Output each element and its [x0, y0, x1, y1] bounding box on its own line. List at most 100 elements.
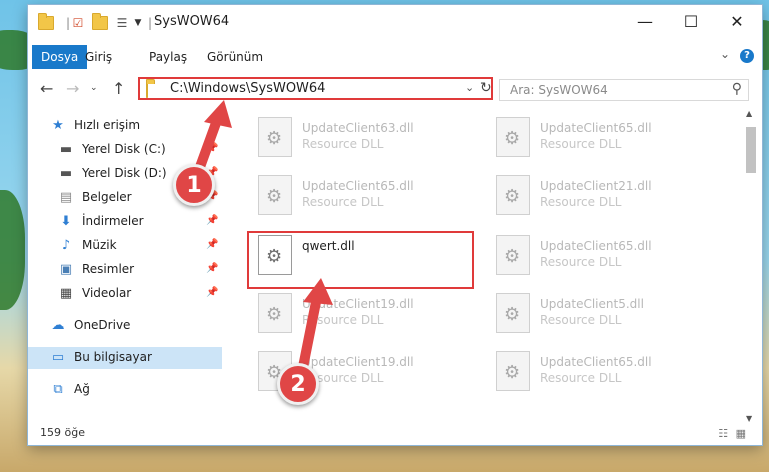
pin-icon[interactable]: 📌 [206, 239, 218, 250]
close-button[interactable]: ✕ [714, 5, 760, 37]
sidebar-item-quick-access[interactable]: ★ Hızlı erişim [28, 115, 222, 137]
address-bar[interactable]: C:\Windows\SysWOW64 ⌄ ↻ [138, 77, 493, 100]
sidebar-item-label: Müzik [82, 238, 117, 252]
sidebar-item-music[interactable]: ♪ Müzik 📌 [28, 235, 222, 257]
file-name: UpdateClient63.dll [302, 121, 414, 135]
address-path[interactable]: C:\Windows\SysWOW64 [170, 81, 325, 96]
file-type: Resource DLL [540, 313, 622, 327]
sidebar-item-network[interactable]: ⧉ Ağ [28, 379, 222, 401]
list-item[interactable]: UpdateClient5.dll Resource DLL [490, 291, 710, 337]
sidebar-item-videos[interactable]: ▦ Videolar 📌 [28, 283, 222, 305]
help-icon[interactable]: ? [740, 49, 754, 63]
dll-file-icon [258, 175, 292, 215]
folder-icon [146, 82, 148, 98]
documents-icon: ▤ [59, 190, 73, 205]
properties-icon[interactable]: ☑ [70, 15, 86, 31]
sidebar-item-pictures[interactable]: ▣ Resimler 📌 [28, 259, 222, 281]
sidebar-item-label: Ağ [74, 382, 90, 396]
dll-file-icon [496, 175, 530, 215]
scroll-thumb[interactable] [746, 127, 756, 173]
file-name: UpdateClient65.dll [302, 179, 414, 193]
sidebar-item-label: İndirmeler [82, 214, 144, 228]
title-bar: | ☑ ☰ ▼ | SysWOW64 — ☐ ✕ [28, 5, 762, 41]
file-type: Resource DLL [540, 195, 622, 209]
music-icon: ♪ [61, 238, 71, 253]
list-item[interactable]: UpdateClient19.dll Resource DLL [252, 291, 472, 337]
customize-toolbar-icon[interactable]: ☰ [114, 15, 130, 31]
dll-file-icon [496, 235, 530, 275]
tab-giris[interactable]: Giriş [76, 45, 121, 69]
file-type: Resource DLL [540, 255, 622, 269]
file-name: UpdateClient21.dll [540, 179, 652, 193]
file-name: UpdateClient65.dll [540, 355, 652, 369]
sidebar-item-label: Resimler [82, 262, 135, 276]
ribbon-tabs: Dosya Giriş Paylaş Görünüm ⌄ ? [28, 45, 762, 69]
drive-icon: ▬ [59, 142, 73, 157]
vertical-scrollbar[interactable]: ▲ ▼ [744, 109, 758, 423]
sidebar-item-label: Videolar [82, 286, 132, 300]
list-item[interactable]: UpdateClient63.dll Resource DLL [252, 115, 472, 161]
search-box[interactable]: Ara: SysWOW64 ⚲ [499, 79, 749, 101]
navigation-pane: ★ Hızlı erişim ▬ Yerel Disk (C:) 📌 ▬ Yer… [28, 109, 222, 419]
list-item[interactable]: UpdateClient65.dll Resource DLL [490, 233, 710, 279]
step-2-badge: 2 [277, 363, 319, 405]
sidebar-item-this-pc[interactable]: ▭ Bu bilgisayar [28, 347, 222, 369]
window-title: SysWOW64 [154, 14, 230, 29]
cloud-icon: ☁ [51, 318, 65, 333]
sidebar-item-disk-c[interactable]: ▬ Yerel Disk (C:) 📌 [28, 139, 222, 161]
pin-icon[interactable]: 📌 [206, 215, 218, 226]
refresh-icon[interactable]: ↻ [480, 80, 493, 96]
recent-locations-icon[interactable]: ⌄ [90, 83, 98, 93]
ribbon-expand-icon[interactable]: ⌄ [720, 47, 730, 61]
item-count: 159 öğe [40, 426, 85, 439]
status-bar: 159 öğe ☷ ▦ [28, 423, 762, 445]
network-icon: ⧉ [53, 382, 63, 397]
list-item[interactable]: UpdateClient65.dll Resource DLL [252, 173, 472, 219]
scroll-down-icon[interactable]: ▼ [746, 414, 752, 423]
file-name: UpdateClient19.dll [302, 355, 414, 369]
sidebar-item-label: Yerel Disk (C:) [82, 142, 166, 156]
forward-button[interactable]: → [66, 79, 79, 98]
palm-leaf-decoration [0, 190, 25, 310]
sidebar-item-onedrive[interactable]: ☁ OneDrive [28, 315, 222, 337]
pin-icon[interactable]: 📌 [206, 287, 218, 298]
search-icon[interactable]: ⚲ [732, 81, 742, 97]
scroll-up-icon[interactable]: ▲ [746, 109, 752, 118]
file-type: Resource DLL [540, 137, 622, 151]
maximize-button[interactable]: ☐ [668, 5, 714, 37]
videos-icon: ▦ [59, 286, 73, 301]
pin-icon[interactable]: 📌 [206, 263, 218, 274]
minimize-button[interactable]: — [622, 5, 668, 37]
new-folder-icon[interactable] [92, 13, 108, 31]
dll-file-icon [496, 293, 530, 333]
up-button[interactable]: ↑ [112, 79, 125, 98]
star-icon: ★ [52, 118, 64, 133]
search-input[interactable]: Ara: SysWOW64 [510, 83, 608, 97]
computer-icon: ▭ [51, 350, 65, 365]
view-mode-icons[interactable]: ☷ ▦ [718, 427, 748, 440]
pictures-icon: ▣ [59, 262, 73, 277]
back-button[interactable]: ← [40, 79, 53, 98]
download-icon: ⬇ [60, 214, 72, 229]
step-1-badge: 1 [173, 164, 215, 206]
file-type: Resource DLL [302, 313, 384, 327]
sidebar-item-downloads[interactable]: ⬇ İndirmeler 📌 [28, 211, 222, 233]
dll-file-icon [258, 117, 292, 157]
address-dropdown-icon[interactable]: ⌄ [465, 81, 474, 94]
sidebar-item-label: Yerel Disk (D:) [82, 166, 167, 180]
drive-icon: ▬ [59, 166, 73, 181]
tab-gorunum[interactable]: Görünüm [198, 45, 272, 69]
list-item[interactable]: UpdateClient21.dll Resource DLL [490, 173, 710, 219]
file-type: Resource DLL [302, 137, 384, 151]
dll-file-icon [496, 351, 530, 391]
file-name: UpdateClient65.dll [540, 239, 652, 253]
pin-icon[interactable]: 📌 [206, 143, 218, 154]
file-name: UpdateClient65.dll [540, 121, 652, 135]
navigation-bar: ← → ⌄ ↑ C:\Windows\SysWOW64 ⌄ ↻ Ara: Sys… [28, 71, 762, 105]
file-type: Resource DLL [302, 195, 384, 209]
list-item[interactable]: UpdateClient65.dll Resource DLL [490, 115, 710, 161]
sidebar-item-label: OneDrive [74, 318, 131, 332]
explorer-window: | ☑ ☰ ▼ | SysWOW64 — ☐ ✕ Dosya Giriş Pay… [28, 5, 762, 445]
tab-paylas[interactable]: Paylaş [140, 45, 196, 69]
list-item[interactable]: UpdateClient65.dll Resource DLL [490, 349, 710, 395]
